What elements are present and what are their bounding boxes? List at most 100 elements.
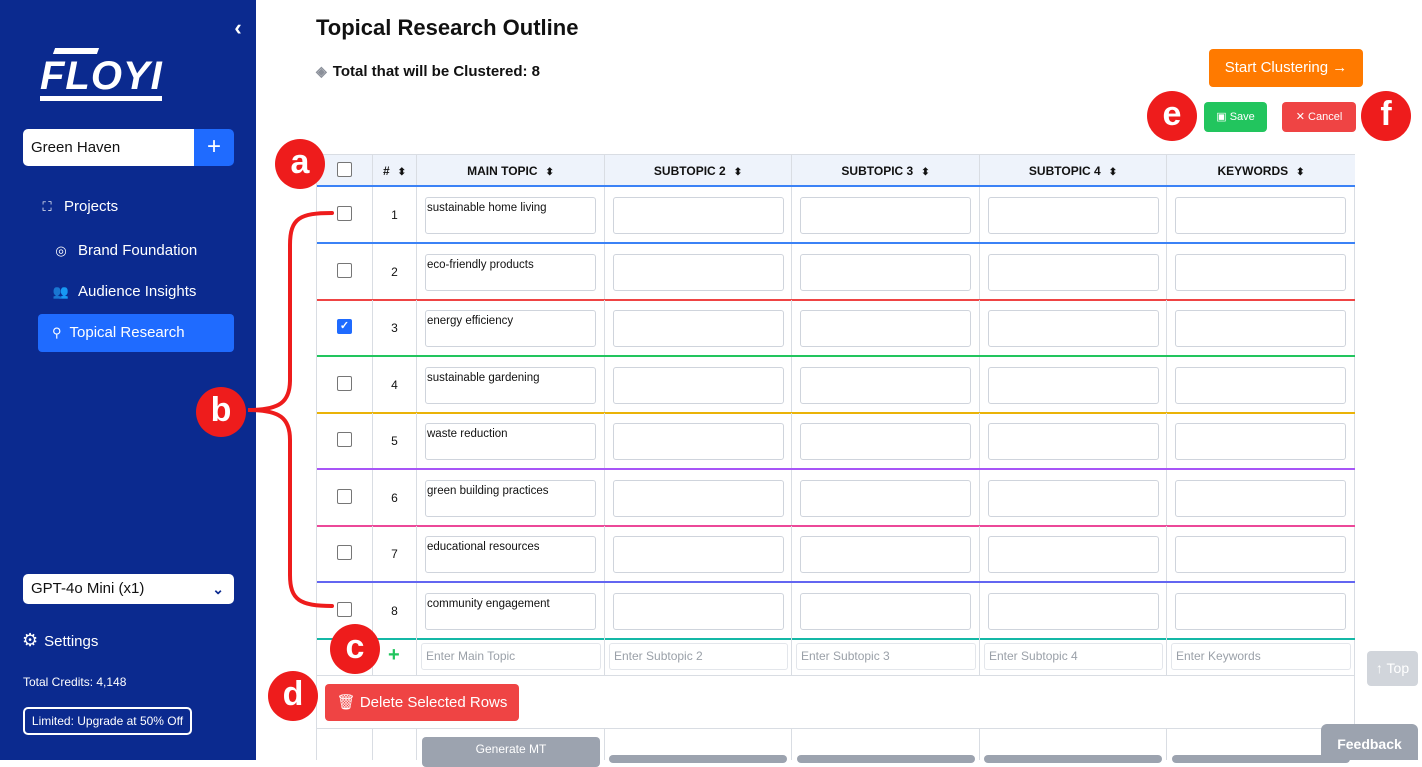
keywords-input[interactable] [1175, 479, 1346, 517]
new-main-topic-input[interactable]: Enter Main Topic [421, 643, 601, 670]
table-row: 6 green building practices [317, 469, 1355, 526]
delete-selected-rows-button[interactable]: 🗑 Delete Selected Rows [325, 684, 519, 721]
row-number: 1 [373, 187, 417, 243]
keywords-input[interactable] [1175, 310, 1346, 347]
keywords-input[interactable] [1175, 197, 1346, 234]
sort-icon: ⬍ [733, 167, 743, 178]
subtopic-2-input[interactable] [613, 592, 784, 630]
table-header: # ⬍ MAIN TOPIC ⬍ SUBTOPIC 2 ⬍ SUBTOPIC 3 ⬍ S… [317, 154, 1355, 187]
main-topic-input[interactable]: eco-friendly products [425, 253, 596, 291]
add-row: + Enter Main Topic Enter Subtopic 2 Ente… [317, 638, 1355, 676]
generate-subtopic-4-button[interactable] [984, 755, 1162, 763]
header-subtopic-3[interactable]: SUBTOPIC 3 ⬍ [792, 155, 980, 187]
subtopic-2-input[interactable] [613, 310, 784, 347]
header-subtopic-4[interactable]: SUBTOPIC 4 ⬍ [980, 155, 1167, 187]
new-subtopic-3-input[interactable]: Enter Subtopic 3 [796, 643, 976, 670]
subtopic-4-input[interactable] [988, 423, 1159, 460]
main-topic-input[interactable]: community engagement [425, 592, 596, 630]
upgrade-button[interactable]: Limited: Upgrade at 50% Off [23, 707, 192, 735]
close-icon: ✕ [1295, 111, 1305, 123]
page-title: Topical Research Outline [316, 15, 579, 40]
annotation-f: f [1361, 91, 1411, 141]
keywords-input[interactable] [1175, 253, 1346, 291]
annotation-brace [247, 211, 334, 608]
cluster-total: ◈ Total that will be Clustered: 8 [316, 63, 541, 80]
subtopic-3-input[interactable] [800, 366, 971, 404]
subtopic-2-input[interactable] [613, 197, 784, 234]
generate-subtopic-2-button[interactable] [609, 755, 787, 763]
subtopic-4-input[interactable] [988, 536, 1159, 573]
new-subtopic-4-input[interactable]: Enter Subtopic 4 [984, 643, 1163, 670]
sort-icon: ⬍ [545, 167, 554, 178]
table-row: ✓ 3 energy efficiency [317, 300, 1355, 356]
cancel-button[interactable]: ✕ Cancel [1282, 102, 1356, 132]
table-row: 5 waste reduction [317, 413, 1355, 469]
new-keywords-input[interactable]: Enter Keywords [1171, 643, 1351, 670]
subtopic-4-input[interactable] [988, 592, 1159, 630]
subtopic-2-input[interactable] [613, 253, 784, 291]
subtopic-2-input[interactable] [613, 479, 784, 517]
new-subtopic-2-input[interactable]: Enter Subtopic 2 [609, 643, 788, 670]
header-main-topic[interactable]: MAIN TOPIC ⬍ [417, 155, 605, 187]
subtopic-2-input[interactable] [613, 536, 784, 573]
total-credits: Total Credits: 4,148 [23, 675, 127, 689]
subtopic-3-input[interactable] [800, 253, 971, 291]
row-number: 3 [373, 300, 417, 356]
arrow-right-icon: → [1332, 59, 1348, 76]
keywords-input[interactable] [1175, 423, 1346, 460]
subtopic-4-input[interactable] [988, 479, 1159, 517]
subtopic-3-input[interactable] [800, 197, 971, 234]
scroll-top-button[interactable]: ↑ Top [1367, 651, 1418, 686]
subtopic-3-input[interactable] [800, 310, 971, 347]
row-number: 6 [373, 469, 417, 526]
header-num[interactable]: # ⬍ [373, 155, 417, 187]
add-row-icon[interactable]: + [388, 644, 400, 667]
table-row: 1 sustainable home living [317, 187, 1355, 243]
subtopic-2-input[interactable] [613, 366, 784, 404]
main-topic-input[interactable]: sustainable gardening [425, 366, 596, 404]
feedback-button[interactable]: Feedback [1321, 724, 1418, 760]
subtopic-4-input[interactable] [988, 366, 1159, 404]
row-number: 8 [373, 582, 417, 639]
subtopic-3-input[interactable] [800, 479, 971, 517]
trash-icon: 🗑 [336, 694, 356, 711]
floppy-icon: ▣ [1216, 111, 1227, 123]
main-topic-input[interactable]: energy efficiency [425, 310, 596, 347]
main-topic-input[interactable]: green building practices [425, 479, 596, 517]
keywords-input[interactable] [1175, 536, 1346, 573]
row-number: 5 [373, 413, 417, 469]
start-clustering-button[interactable]: Start Clustering → [1209, 49, 1363, 87]
save-button[interactable]: ▣ Save [1204, 102, 1267, 132]
table-row: 4 sustainable gardening [317, 356, 1355, 413]
annotation-e: e [1147, 91, 1197, 141]
settings-link[interactable]: ⚙ Settings [22, 630, 98, 651]
table-row: 2 eco-friendly products [317, 243, 1355, 300]
annotation-d: d [268, 671, 318, 721]
subtopic-3-input[interactable] [800, 536, 971, 573]
subtopic-4-input[interactable] [988, 310, 1159, 347]
generate-mt-button[interactable]: Generate MT [422, 737, 600, 767]
keywords-input[interactable] [1175, 592, 1346, 630]
header-keywords[interactable]: KEYWORDS ⬍ [1167, 155, 1355, 187]
subtopic-3-input[interactable] [800, 592, 971, 630]
keywords-input[interactable] [1175, 366, 1346, 404]
table-row: 8 community engagement [317, 582, 1355, 639]
row-number: 2 [373, 243, 417, 300]
generate-subtopic-3-button[interactable] [797, 755, 975, 763]
header-subtopic-2[interactable]: SUBTOPIC 2 ⬍ [605, 155, 792, 187]
sort-icon: ⬍ [921, 167, 930, 178]
outline-table: # ⬍ MAIN TOPIC ⬍ SUBTOPIC 2 ⬍ SUBTOPIC 3 ⬍ S… [316, 154, 1355, 767]
subtopic-3-input[interactable] [800, 423, 971, 460]
sort-icon: ⬍ [397, 167, 407, 178]
annotation-c: c [330, 624, 380, 674]
sort-icon: ⬍ [1108, 167, 1118, 178]
table-row: 7 educational resources [317, 526, 1355, 582]
row-number: 7 [373, 526, 417, 582]
main-topic-input[interactable]: waste reduction [425, 423, 596, 460]
main-topic-input[interactable]: educational resources [425, 536, 596, 573]
subtopic-4-input[interactable] [988, 197, 1159, 234]
gear-icon: ⚙ [22, 630, 39, 650]
main-topic-input[interactable]: sustainable home living [425, 197, 596, 234]
subtopic-4-input[interactable] [988, 253, 1159, 291]
subtopic-2-input[interactable] [613, 423, 784, 460]
